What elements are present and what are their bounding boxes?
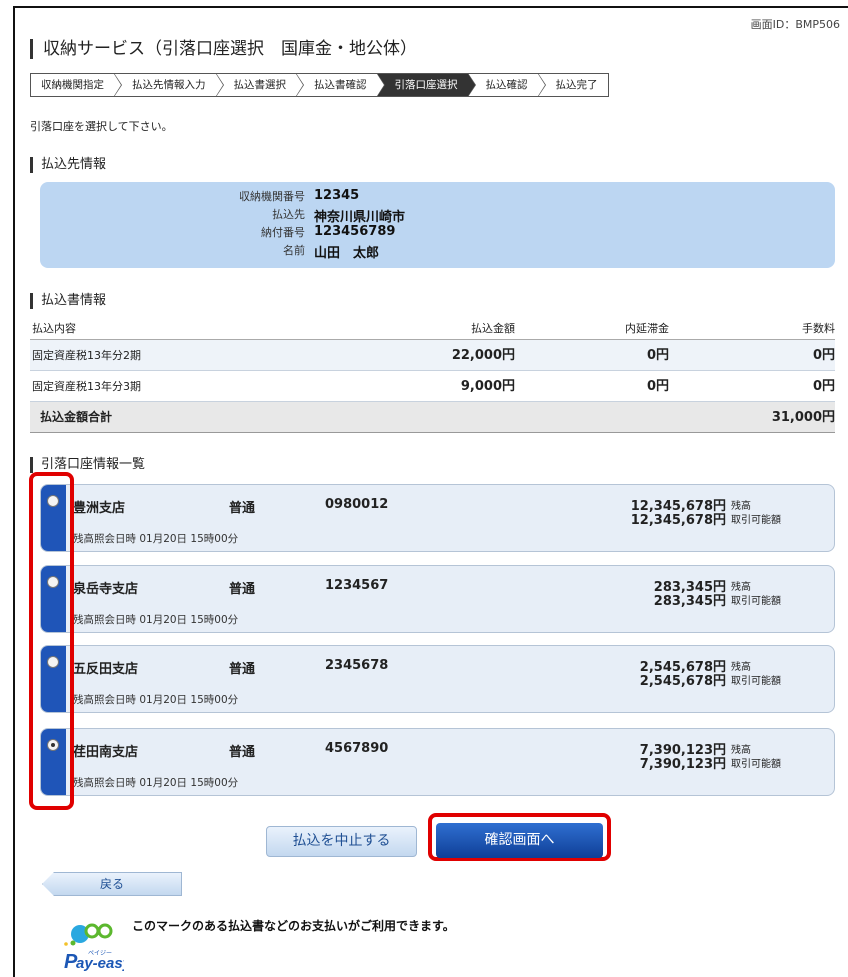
payee-value: 神奈川県川崎市 <box>314 210 406 225</box>
payee-label: 納付番号 <box>261 226 305 239</box>
step-payment-confirm: 払込確認 <box>467 73 546 97</box>
back-button[interactable]: 戻る <box>42 872 182 896</box>
bill-late-fee: 0円 <box>646 379 669 394</box>
balance-label: 残高 <box>731 501 751 512</box>
account-branch: 泉岳寺支店 <box>73 582 139 597</box>
payeasy-note: このマークのある払込書などのお支払いがご利用できます。 <box>132 919 455 933</box>
screen-id: 画面ID：BMP506 <box>750 18 840 31</box>
balance-inquiry-time: 残高照会日時 01月20日 15時00分 <box>73 694 239 706</box>
account-available: 12,345,678円 <box>630 513 726 528</box>
payee-row-name: 名前 山田 太郎 <box>40 242 835 261</box>
payee-row-payee: 払込先 神奈川県川崎市 <box>40 206 835 225</box>
account-available: 283,345円 <box>653 594 726 609</box>
payeasy-logo: P ay-easy ペイジー <box>52 918 132 973</box>
payee-row-institution: 収納機関番号 12345 <box>40 188 835 204</box>
account-available: 7,390,123円 <box>639 757 726 772</box>
bill-late-fee: 0円 <box>646 348 669 363</box>
account-branch: 荏田南支店 <box>73 745 139 760</box>
account-type: 普通 <box>229 745 256 760</box>
bill-amount: 9,000円 <box>460 379 515 394</box>
balance-inquiry-time: 残高照会日時 01月20日 15時00分 <box>73 614 239 626</box>
payeasy-logo-text: ay-easy <box>76 955 124 972</box>
step-institution: 収納機関指定 <box>31 73 122 97</box>
account-type: 普通 <box>229 582 256 597</box>
account-section-title: 引落口座情報一覧 <box>30 457 145 473</box>
balance-label: 残高 <box>731 662 751 673</box>
bill-content: 固定資産税13年分3期 <box>32 380 141 393</box>
page-title: 収納サービス（引落口座選択 国庫金・地公体） <box>30 39 417 59</box>
payee-value: 123456789 <box>314 224 396 239</box>
payeasy-logo-kana: ペイジー <box>88 950 112 957</box>
table-row: 固定資産税13年分3期 9,000円 0円 0円 <box>30 371 835 402</box>
account-number: 2345678 <box>325 658 389 673</box>
payee-section-title: 払込先情報 <box>30 157 106 173</box>
header-fee: 手数料 <box>802 322 835 335</box>
account-number: 4567890 <box>325 741 389 756</box>
step-payee-input: 払込先情報入力 <box>114 73 223 97</box>
bill-content: 固定資産税13年分2期 <box>32 349 141 362</box>
balance-inquiry-time: 残高照会日時 01月20日 15時00分 <box>73 777 239 789</box>
payeasy-logo-icon: P ay-easy ペイジー <box>64 923 132 973</box>
payee-label: 払込先 <box>272 208 305 221</box>
bill-table: 払込内容 払込金額 内延滞金 手数料 固定資産税13年分2期 22,000円 0… <box>30 318 835 433</box>
bill-section-title: 払込書情報 <box>30 293 106 309</box>
available-label: 取引可能額 <box>731 596 781 607</box>
progress-steps: 収納機関指定 払込先情報入力 払込書選択 払込書確認 引落口座選択 払込確認 払… <box>30 73 609 97</box>
step-account-select: 引落口座選択 <box>376 73 476 97</box>
header-late-fee: 内延滞金 <box>625 322 669 335</box>
total-value: 31,000円 <box>771 410 835 425</box>
bill-amount: 22,000円 <box>451 348 515 363</box>
step-payment-complete: 払込完了 <box>537 74 608 96</box>
balance-label: 残高 <box>731 582 751 593</box>
total-label: 払込金額合計 <box>40 410 113 424</box>
payee-row-number: 納付番号 123456789 <box>40 224 835 240</box>
bill-total-row: 払込金額合計 31,000円 <box>30 402 835 433</box>
payee-label: 名前 <box>283 244 305 257</box>
table-row: 固定資産税13年分2期 22,000円 0円 0円 <box>30 340 835 371</box>
account-available: 2,545,678円 <box>639 674 726 689</box>
step-bill-confirm: 払込書確認 <box>296 73 384 97</box>
confirm-button[interactable]: 確認画面へ <box>436 823 603 858</box>
payee-label: 収納機関番号 <box>239 190 305 203</box>
available-label: 取引可能額 <box>731 759 781 770</box>
account-option-edaminami[interactable]: 荏田南支店 普通 4567890 7,390,123円 残高 7,390,123… <box>40 728 835 796</box>
cancel-payment-button[interactable]: 払込を中止する <box>266 826 417 857</box>
account-type: 普通 <box>229 662 256 677</box>
account-type: 普通 <box>229 501 256 516</box>
account-option-toyosu[interactable]: 豊洲支店 普通 0980012 12,345,678円 残高 12,345,67… <box>40 484 835 552</box>
account-branch: 五反田支店 <box>73 662 139 677</box>
available-label: 取引可能額 <box>731 515 781 526</box>
account-number: 0980012 <box>325 497 389 512</box>
bill-table-header: 払込内容 払込金額 内延滞金 手数料 <box>30 318 835 340</box>
step-bill-select: 払込書選択 <box>215 73 304 97</box>
payee-value: 12345 <box>314 188 360 203</box>
balance-label: 残高 <box>731 745 751 756</box>
payee-info-box: 収納機関番号 12345 払込先 神奈川県川崎市 納付番号 123456789 … <box>40 182 835 268</box>
account-number: 1234567 <box>325 578 389 593</box>
account-option-sengakuji[interactable]: 泉岳寺支店 普通 1234567 283,345円 残高 283,345円 取引… <box>40 565 835 633</box>
header-content: 払込内容 <box>32 322 76 335</box>
account-option-gotanda[interactable]: 五反田支店 普通 2345678 2,545,678円 残高 2,545,678… <box>40 645 835 713</box>
bill-fee: 0円 <box>812 379 835 394</box>
radio-highlight-box <box>29 472 74 810</box>
bill-fee: 0円 <box>812 348 835 363</box>
instruction-text: 引落口座を選択して下さい。 <box>30 120 173 133</box>
balance-inquiry-time: 残高照会日時 01月20日 15時00分 <box>73 533 239 545</box>
header-amount: 払込金額 <box>471 322 515 335</box>
available-label: 取引可能額 <box>731 676 781 687</box>
account-branch: 豊洲支店 <box>73 501 126 516</box>
payee-value: 山田 太郎 <box>314 246 380 261</box>
